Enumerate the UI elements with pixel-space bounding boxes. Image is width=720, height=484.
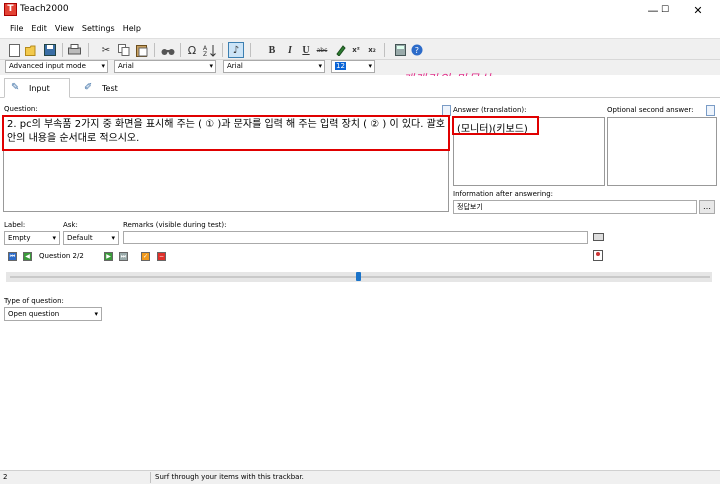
title-bar: T Teach2000 — ✕ ☐ — [0, 0, 720, 20]
paste-icon[interactable] — [134, 42, 150, 58]
answer-highlight — [452, 116, 539, 135]
font-primary-value: Arial — [118, 62, 134, 70]
subscript-button[interactable]: x₂ — [364, 42, 380, 58]
font-secondary-value: Arial — [227, 62, 243, 70]
underline-button[interactable]: U — [298, 42, 314, 58]
menu-bar: File Edit View Settings Help — [0, 20, 720, 37]
open-folder-icon[interactable] — [24, 42, 40, 58]
chevron-down-icon: ▾ — [101, 62, 105, 70]
font-select-secondary[interactable]: Arial ▾ — [223, 60, 325, 73]
sort-az-icon[interactable]: AZ — [202, 42, 218, 58]
window-title: Teach2000 — [20, 4, 69, 14]
question-type-select[interactable]: Open question ▾ — [4, 307, 102, 321]
second-answer-editor[interactable] — [607, 117, 717, 186]
toolbar-separator — [250, 43, 251, 57]
chevron-down-icon: ▾ — [209, 62, 213, 70]
maximize-button[interactable]: ☐ — [654, 0, 676, 20]
remarks-label: Remarks (visible during test): — [123, 221, 227, 229]
last-item-icon[interactable]: ⏭ — [119, 252, 128, 261]
find-icon[interactable] — [160, 42, 176, 58]
label-field-label: Label: — [4, 221, 26, 229]
music-note-icon[interactable]: ♪ — [228, 42, 244, 58]
question-type-value: Open question — [8, 310, 60, 318]
tab-test-label: Test — [102, 83, 118, 93]
question-highlight — [2, 115, 450, 151]
font-size-value: 12 — [335, 62, 346, 70]
toolbar-separator — [222, 43, 223, 57]
trackbar-thumb[interactable] — [356, 272, 361, 281]
answer-label: Answer (translation): — [453, 106, 527, 114]
test-icon: ✐ — [84, 81, 93, 93]
chevron-down-icon: ▾ — [52, 234, 56, 242]
toolbar-separator — [88, 43, 89, 57]
cut-icon[interactable]: ✂ — [98, 42, 114, 58]
question-label: Question: — [4, 105, 38, 113]
type-of-question-label: Type of question: — [4, 297, 64, 305]
format-bar: Advanced input mode ▾ Arial ▾ Arial ▾ 12 ▾ — [0, 60, 720, 75]
menu-help[interactable]: Help — [123, 24, 141, 33]
status-bar: 2 Surf through your items with this trac… — [0, 470, 720, 484]
info-after-input[interactable]: 정답보기 — [453, 200, 697, 214]
add-item-icon[interactable]: ✓ — [141, 252, 150, 261]
marker-pen-icon[interactable] — [332, 42, 348, 58]
second-answer-label: Optional second answer: — [607, 106, 694, 114]
main-toolbar: ✂ Ω AZ ♪ B I U abc x² x₂ ? — [0, 38, 720, 60]
svg-text:Z: Z — [203, 51, 207, 57]
chevron-down-icon: ▾ — [368, 62, 372, 70]
input-mode-value: Advanced input mode — [9, 62, 86, 70]
first-item-icon[interactable]: ⏮ — [8, 252, 17, 261]
toolbar-separator — [154, 43, 155, 57]
tab-test[interactable]: ✐ Test — [78, 78, 144, 98]
pencil-icon: ✎ — [11, 81, 20, 93]
ask-field-label: Ask: — [63, 221, 78, 229]
image-icon[interactable] — [592, 249, 604, 261]
bold-button[interactable]: B — [264, 42, 280, 58]
save-icon[interactable] — [42, 42, 58, 58]
svg-text:?: ? — [415, 46, 419, 55]
next-item-icon[interactable]: ▶ — [104, 252, 113, 261]
chevron-down-icon: ▾ — [94, 310, 98, 318]
font-size-select[interactable]: 12 ▾ — [331, 60, 375, 73]
superscript-button[interactable]: x² — [348, 42, 364, 58]
strikethrough-button[interactable]: abc — [314, 42, 330, 58]
tab-input[interactable]: ✎ Input — [4, 78, 70, 98]
help-icon[interactable]: ? — [409, 42, 425, 58]
new-file-icon[interactable] — [6, 42, 22, 58]
keyboard-icon[interactable] — [592, 231, 604, 243]
input-mode-select[interactable]: Advanced input mode ▾ — [5, 60, 108, 73]
info-browse-button[interactable]: … — [699, 200, 715, 214]
document-icon[interactable] — [706, 105, 715, 116]
toolbar-separator — [180, 43, 181, 57]
chevron-down-icon: ▾ — [111, 234, 115, 242]
copy-icon[interactable] — [116, 42, 132, 58]
italic-button[interactable]: I — [282, 42, 298, 58]
status-separator — [150, 472, 151, 483]
teach2000-app-icon: T — [4, 3, 17, 16]
calculator-icon[interactable] — [392, 42, 408, 58]
menu-view[interactable]: View — [55, 24, 74, 33]
ask-select-value: Default — [67, 234, 93, 242]
close-button[interactable]: ✕ — [676, 0, 720, 20]
special-characters-icon[interactable]: Ω — [184, 42, 200, 58]
label-select[interactable]: Empty ▾ — [4, 231, 60, 245]
tab-input-label: Input — [29, 83, 50, 93]
info-after-label: Information after answering: — [453, 190, 553, 198]
menu-file[interactable]: File — [10, 24, 23, 33]
menu-settings[interactable]: Settings — [82, 24, 115, 33]
ask-select[interactable]: Default ▾ — [63, 231, 119, 245]
toolbar-separator — [384, 43, 385, 57]
question-counter: Question 2/2 — [39, 252, 84, 260]
status-message: Surf through your items with this trackb… — [155, 473, 304, 481]
font-select-primary[interactable]: Arial ▾ — [114, 60, 216, 73]
toolbar-separator — [62, 43, 63, 57]
previous-item-icon[interactable]: ◀ — [23, 252, 32, 261]
mode-tabs: ✎ Input ✐ Test — [0, 76, 720, 98]
menu-edit[interactable]: Edit — [31, 24, 47, 33]
chevron-down-icon: ▾ — [318, 62, 322, 70]
status-item-count: 2 — [3, 473, 8, 481]
print-icon[interactable] — [66, 42, 82, 58]
label-select-value: Empty — [8, 234, 31, 242]
delete-item-icon[interactable]: − — [157, 252, 166, 261]
remarks-input[interactable] — [123, 231, 588, 244]
